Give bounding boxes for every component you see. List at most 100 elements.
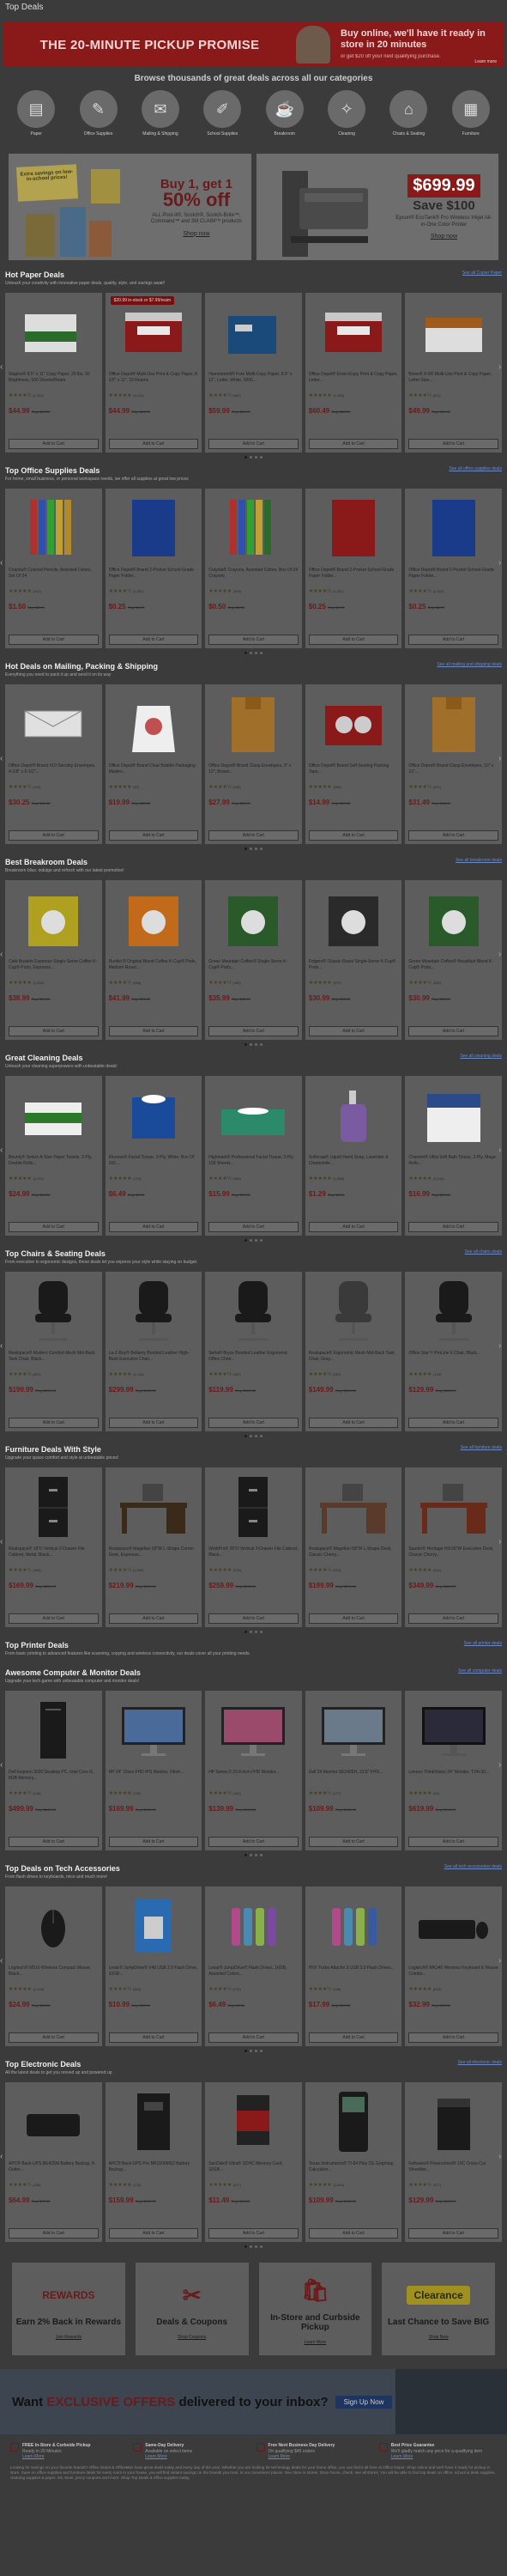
carousel-next-arrow-icon[interactable]: ›: [498, 557, 507, 569]
carousel-dot[interactable]: [260, 1238, 263, 1242]
add-to-cart-button[interactable]: Add to Cart: [308, 1418, 399, 1428]
product-image[interactable]: [9, 2086, 99, 2156]
add-to-cart-button[interactable]: Add to Cart: [308, 2032, 399, 2043]
product-image[interactable]: [109, 492, 199, 562]
product-image[interactable]: [408, 1275, 498, 1346]
carousel-dot[interactable]: [255, 1630, 257, 1633]
product-name[interactable]: WorkPro® 26"D Vertical 3-Drawer File Cab…: [208, 1546, 299, 1564]
product-card[interactable]: Office Depot® Brand 2-Pocket School-Grad…: [305, 489, 402, 648]
add-to-cart-button[interactable]: Add to Cart: [408, 439, 498, 449]
product-card[interactable]: Green Mountain Coffee® Single-Serve K-Cu…: [205, 880, 302, 1040]
product-name[interactable]: Office Depot® Brand Self-Sealing Packing…: [309, 763, 399, 781]
carousel-dot[interactable]: [250, 1630, 252, 1633]
add-to-cart-button[interactable]: Add to Cart: [208, 2228, 299, 2239]
add-to-cart-button[interactable]: Add to Cart: [108, 439, 199, 449]
carousel-dot[interactable]: [255, 847, 257, 850]
product-card[interactable]: Office Depot® Brand 2-Pocket School-Grad…: [405, 489, 502, 648]
product-image[interactable]: [9, 1694, 99, 1765]
carousel-dot[interactable]: [260, 1630, 263, 1633]
add-to-cart-button[interactable]: Add to Cart: [308, 439, 399, 449]
carousel-dot[interactable]: [260, 2245, 263, 2248]
add-to-cart-button[interactable]: Add to Cart: [9, 1222, 99, 1232]
product-image[interactable]: [9, 492, 99, 562]
product-name[interactable]: Office Depot® Brand 2-Pocket School-Grad…: [408, 568, 498, 585]
add-to-cart-button[interactable]: Add to Cart: [108, 2032, 199, 2043]
product-card[interactable]: Staples® 8.5" x 11" Copy Paper, 20 lbs, …: [5, 293, 102, 453]
product-image[interactable]: [309, 1694, 399, 1765]
category-cleaning[interactable]: ✧ Cleaning: [323, 90, 371, 142]
product-image[interactable]: [408, 1471, 498, 1541]
add-to-cart-button[interactable]: Add to Cart: [108, 2228, 199, 2239]
footer-perk-link[interactable]: Learn More: [391, 2454, 413, 2459]
carousel-dot[interactable]: [250, 651, 252, 654]
carousel-dot[interactable]: [250, 1042, 252, 1046]
carousel-dot[interactable]: [255, 1434, 257, 1437]
product-name[interactable]: Softsoap® Liquid Hand Soap, Lavender & C…: [309, 1155, 399, 1172]
product-card[interactable]: Office Star™ ProLine II Chair, Black... ★…: [405, 1272, 502, 1431]
carousel-dot[interactable]: [255, 651, 257, 654]
see-all-link[interactable]: See all mailing and shipping deals: [437, 662, 502, 667]
product-name[interactable]: PNY Turbo Attaché 3 USB 3.0 Flash Drives…: [309, 1965, 399, 1983]
category-school-supplies[interactable]: ✐ School Supplies: [198, 90, 246, 142]
carousel-dot[interactable]: [260, 1434, 263, 1437]
product-image[interactable]: [9, 1890, 99, 1960]
carousel-next-arrow-icon[interactable]: ›: [498, 1536, 507, 1548]
add-to-cart-button[interactable]: Add to Cart: [408, 1222, 498, 1232]
product-name[interactable]: Office Depot® Brand #10 Security Envelop…: [9, 763, 99, 781]
carousel-dot[interactable]: [260, 2049, 263, 2052]
carousel-dot[interactable]: [244, 1853, 247, 1856]
category-mailing-shipping[interactable]: ✉ Mailing & Shipping: [136, 90, 184, 142]
product-card[interactable]: Kleenex® Facial Tissue, 2-Ply, White, Bo…: [105, 1076, 202, 1236]
carousel-dot[interactable]: [250, 1434, 252, 1437]
add-to-cart-button[interactable]: Add to Cart: [9, 1418, 99, 1428]
product-name[interactable]: Bounty® Select-A-Size Paper Towels, 2-Pl…: [9, 1155, 99, 1172]
product-image[interactable]: [208, 492, 299, 562]
carousel-dot[interactable]: [255, 2245, 257, 2248]
add-to-cart-button[interactable]: Add to Cart: [408, 1613, 498, 1624]
product-image[interactable]: [109, 1079, 199, 1150]
product-image[interactable]: [208, 1694, 299, 1765]
product-image[interactable]: [109, 688, 199, 758]
add-to-cart-button[interactable]: Add to Cart: [9, 830, 99, 841]
add-to-cart-button[interactable]: Add to Cart: [208, 439, 299, 449]
product-image[interactable]: [309, 884, 399, 954]
add-to-cart-button[interactable]: Add to Cart: [108, 1837, 199, 1847]
category-breakroom[interactable]: ☕ Breakroom: [261, 90, 309, 142]
product-image[interactable]: [208, 1471, 299, 1541]
see-all-link[interactable]: See all furniture deals: [461, 1445, 502, 1450]
product-card[interactable]: Realspace® Magellan 58"W L-Shape Desk, C…: [305, 1467, 402, 1627]
perk-link[interactable]: Join Rewards: [56, 2335, 81, 2340]
product-image[interactable]: [9, 1275, 99, 1346]
product-name[interactable]: Kleenex® Facial Tissue, 2-Ply, White, Bo…: [109, 1155, 199, 1172]
product-card[interactable]: Sauder® Heritage Hill 65"W Executive Des…: [405, 1467, 502, 1627]
see-all-link[interactable]: See all printer deals: [464, 1641, 502, 1646]
carousel-next-arrow-icon[interactable]: ›: [498, 1759, 507, 1771]
product-name[interactable]: Realspace® Ergonomic Mesh Mid-Back Task …: [309, 1351, 399, 1368]
carousel-dot[interactable]: [244, 2049, 247, 2052]
product-image[interactable]: [208, 688, 299, 758]
add-to-cart-button[interactable]: Add to Cart: [208, 830, 299, 841]
promo-epson[interactable]: $699.99 Save $100 Epson® EcoTank® Pro Wi…: [256, 154, 498, 260]
product-name[interactable]: Texas Instruments® TI-84 Plus CE Graphin…: [309, 2161, 399, 2178]
add-to-cart-button[interactable]: Add to Cart: [308, 1026, 399, 1036]
product-name[interactable]: Logitech® MK345 Wireless Keyboard & Mous…: [408, 1965, 498, 1983]
product-image[interactable]: [408, 296, 498, 367]
add-to-cart-button[interactable]: Add to Cart: [108, 635, 199, 645]
promo-post-it[interactable]: Extra savings on low-in-school prices! B…: [9, 154, 251, 260]
product-name[interactable]: SanDisk® Ultra® SDHC Memory Card, 32GB..…: [208, 2161, 299, 2178]
product-name[interactable]: Highmark® Professional Facial Tissue, 2-…: [208, 1155, 299, 1172]
product-image[interactable]: [208, 884, 299, 954]
product-name[interactable]: Green Mountain Coffee® Single-Serve K-Cu…: [208, 959, 299, 976]
perk-clearance[interactable]: Clearance Last Chance to Save BIG Shop Now: [382, 2263, 495, 2355]
product-name[interactable]: Office Depot® Multi-Use Print & Copy Pap…: [109, 372, 199, 389]
product-name[interactable]: Office Depot® Brand Clasp Envelopes, 9" …: [208, 763, 299, 781]
product-card[interactable]: Hammermill® Fore Multi-Copy Paper, 8.5" …: [205, 293, 302, 453]
product-name[interactable]: Dell 24 Monitor SE2425H, 23.8" FHD...: [309, 1770, 399, 1787]
product-image[interactable]: [408, 1079, 498, 1150]
perk-store-bag[interactable]: 🛍 In-Store and Curbside Pickup Learn More: [258, 2263, 372, 2355]
carousel-dot[interactable]: [244, 1238, 247, 1242]
add-to-cart-button[interactable]: Add to Cart: [208, 1418, 299, 1428]
product-name[interactable]: Charmin® Ultra Soft Bath Tissue, 2-Ply, …: [408, 1155, 498, 1172]
add-to-cart-button[interactable]: Add to Cart: [308, 635, 399, 645]
product-name[interactable]: Sauder® Heritage Hill 65"W Executive Des…: [408, 1546, 498, 1564]
